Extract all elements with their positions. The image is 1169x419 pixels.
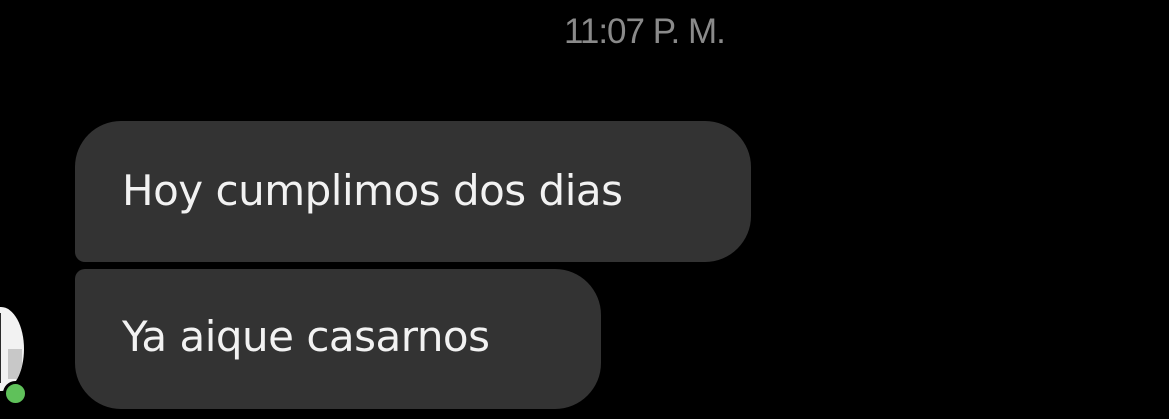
message-bubble[interactable]: Hoy cumplimos dos dias <box>75 121 751 262</box>
online-status-indicator <box>3 381 28 406</box>
message-bubble[interactable]: Ya aique casarnos <box>75 269 601 409</box>
message-text: Ya aique casarnos <box>122 312 490 361</box>
message-text: Hoy cumplimos dos dias <box>122 165 623 215</box>
sender-avatar[interactable] <box>0 307 24 391</box>
message-timestamp: 11:07 P. M. <box>564 12 726 51</box>
